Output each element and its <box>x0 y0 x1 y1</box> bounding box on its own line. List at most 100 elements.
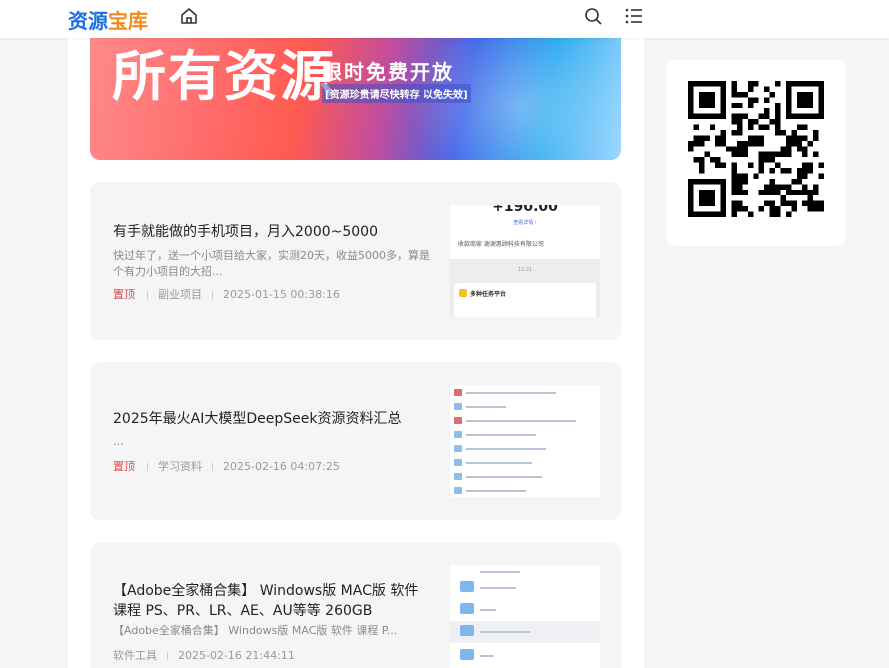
qr-module <box>758 135 765 141</box>
qr-module <box>758 157 765 163</box>
qr-module <box>747 81 754 87</box>
qr-module <box>764 157 770 163</box>
qr-module <box>758 151 765 158</box>
qr-module <box>785 108 792 114</box>
qr-module <box>802 184 808 190</box>
pinned-badge: 置顶 <box>113 288 135 301</box>
post-thumbnail[interactable]: +190.00 查看详情 › 收款商家 谢谢惠顾科技有限公司 12:21 多种任… <box>450 205 600 317</box>
post-thumbnail[interactable] <box>450 565 600 668</box>
qr-module <box>802 124 808 130</box>
qr-module <box>715 157 721 163</box>
qr-module <box>726 146 732 152</box>
qr-module <box>704 91 710 98</box>
qr-module <box>775 102 781 109</box>
qr-module <box>698 211 705 217</box>
post-excerpt: 【Adobe全家桶合集】 Windows版 MAC版 软件 课程 P... <box>113 624 398 637</box>
qr-module <box>709 211 716 217</box>
home-icon[interactable] <box>179 6 199 26</box>
qr-module <box>736 119 743 125</box>
search-icon[interactable] <box>583 6 603 26</box>
qr-module <box>813 200 819 207</box>
qr-module <box>688 206 694 212</box>
qr-module <box>704 195 710 201</box>
qr-module <box>807 200 814 207</box>
qr-module <box>736 140 743 147</box>
qr-module <box>747 102 754 109</box>
qr-module <box>688 86 694 92</box>
post-category[interactable]: 软件工具 <box>113 649 157 662</box>
post-meta: 置顶 学习资料 2025-02-16 04:07:25 <box>113 458 340 474</box>
qr-module <box>698 140 705 147</box>
qr-module <box>704 102 710 109</box>
site-logo[interactable]: 资源宝库 <box>68 5 148 34</box>
qr-module <box>796 102 803 109</box>
qr-code-image <box>688 81 824 217</box>
post-card[interactable]: 有手就能做的手机项目，月入2000~5000 快过年了，送一个小项目给大家，实测… <box>90 182 621 340</box>
qr-module <box>785 200 792 207</box>
list-menu-icon[interactable] <box>624 6 644 26</box>
qr-module <box>780 200 786 207</box>
qr-module <box>764 108 770 114</box>
qr-module <box>802 189 808 196</box>
qr-module <box>813 189 819 196</box>
post-category[interactable]: 学习资料 <box>158 460 202 473</box>
qr-module <box>688 146 694 152</box>
qr-module <box>698 168 705 174</box>
qr-module <box>742 140 748 147</box>
qr-module <box>742 206 748 212</box>
qr-module <box>698 91 705 98</box>
qr-module <box>802 135 808 141</box>
qr-module <box>753 173 759 179</box>
qr-module <box>769 119 776 125</box>
qr-module <box>796 178 803 185</box>
qr-module <box>736 200 743 207</box>
qr-module <box>720 102 727 109</box>
qr-module <box>818 91 824 98</box>
qr-module <box>818 86 824 92</box>
qr-module <box>688 200 694 207</box>
qr-module <box>688 81 694 87</box>
thumb-detail-link: 查看详情 › <box>513 220 537 226</box>
qr-module <box>720 211 727 217</box>
qr-module <box>698 135 705 141</box>
qr-module <box>769 189 776 196</box>
qr-module <box>715 140 721 147</box>
qr-module <box>704 81 710 87</box>
qr-module <box>720 81 727 87</box>
qr-module <box>791 140 797 147</box>
qr-module <box>698 113 705 120</box>
qr-module <box>736 178 743 185</box>
qr-module <box>764 189 770 196</box>
qr-module <box>731 146 737 152</box>
qr-module <box>775 151 781 158</box>
qr-module <box>785 97 792 103</box>
qr-module <box>802 200 808 207</box>
post-thumbnail[interactable] <box>450 385 600 497</box>
post-card[interactable]: 【Adobe全家桶合集】 Windows版 MAC版 软件 课程 PS、PR、L… <box>90 543 621 668</box>
qr-module <box>818 206 824 212</box>
qr-module <box>785 189 792 196</box>
qr-module <box>775 119 781 125</box>
promo-banner[interactable]: 所有资源 限时免费开放 [资源珍贵请尽快转存 以免失效] <box>90 38 621 160</box>
qr-module <box>688 97 694 103</box>
post-card[interactable]: 2025年最火AI大模型DeepSeek资源资料汇总 ... 置顶 学习资料 202… <box>90 362 621 520</box>
qr-module <box>720 86 727 92</box>
qr-module <box>693 211 699 217</box>
qr-module <box>688 178 694 185</box>
qr-module <box>769 200 776 207</box>
qr-module <box>785 168 792 174</box>
qr-module <box>698 81 705 87</box>
logo-text-part2: 宝库 <box>108 9 148 33</box>
qr-module <box>709 195 716 201</box>
qr-module <box>704 151 710 158</box>
post-title[interactable]: 有手就能做的手机项目，月入2000~5000 <box>113 222 433 242</box>
qr-module <box>753 140 759 147</box>
post-category[interactable]: 副业项目 <box>158 288 202 301</box>
qr-module <box>747 124 754 130</box>
post-title[interactable]: 2025年最火AI大模型DeepSeek资源资料汇总 <box>113 409 433 429</box>
qr-module <box>688 91 694 98</box>
post-title[interactable]: 【Adobe全家桶合集】 Windows版 MAC版 软件 课程 PS、PR、L… <box>113 581 433 621</box>
qr-module <box>802 173 808 179</box>
qr-module <box>796 91 803 98</box>
qr-module <box>807 168 814 174</box>
